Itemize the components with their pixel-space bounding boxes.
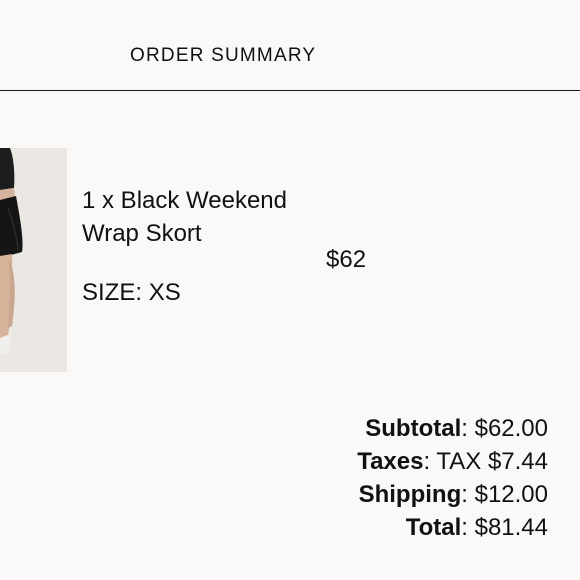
shipping-value: $12.00	[474, 481, 548, 508]
order-summary-header: ORDER SUMMARY	[0, 0, 580, 91]
subtotal-row: Subtotal: $62.00	[365, 415, 548, 442]
total-value: $81.44	[474, 514, 548, 541]
item-size: SIZE: XS	[82, 278, 181, 308]
shipping-label: Shipping	[358, 481, 462, 508]
page-title: ORDER SUMMARY	[130, 45, 317, 66]
order-totals: Subtotal: $62.00 Taxes: TAX $7.44 Shippi…	[357, 412, 548, 544]
order-summary-page: ORDER SUMMARY 1 x Black Weekend Wrap Sko…	[0, 0, 580, 580]
item-size-value: XS	[148, 279, 181, 306]
product-photo-skort-icon	[0, 148, 67, 372]
item-name: 1 x Black Weekend Wrap Skort	[82, 187, 287, 247]
product-image	[0, 148, 67, 372]
shipping-row: Shipping: $12.00	[358, 481, 548, 508]
subtotal-value: $62.00	[474, 415, 548, 442]
taxes-row: Taxes: TAX $7.44	[357, 448, 548, 475]
taxes-value: TAX $7.44	[436, 448, 548, 475]
taxes-label: Taxes	[357, 448, 424, 475]
item-size-label: SIZE:	[82, 279, 143, 306]
total-label: Total	[405, 514, 462, 541]
subtotal-label: Subtotal	[365, 415, 462, 442]
cart-line-item: 1 x Black Weekend Wrap Skort SIZE: XS $6…	[0, 148, 580, 372]
item-price: $62	[326, 246, 367, 273]
total-row: Total: $81.44	[405, 514, 548, 541]
